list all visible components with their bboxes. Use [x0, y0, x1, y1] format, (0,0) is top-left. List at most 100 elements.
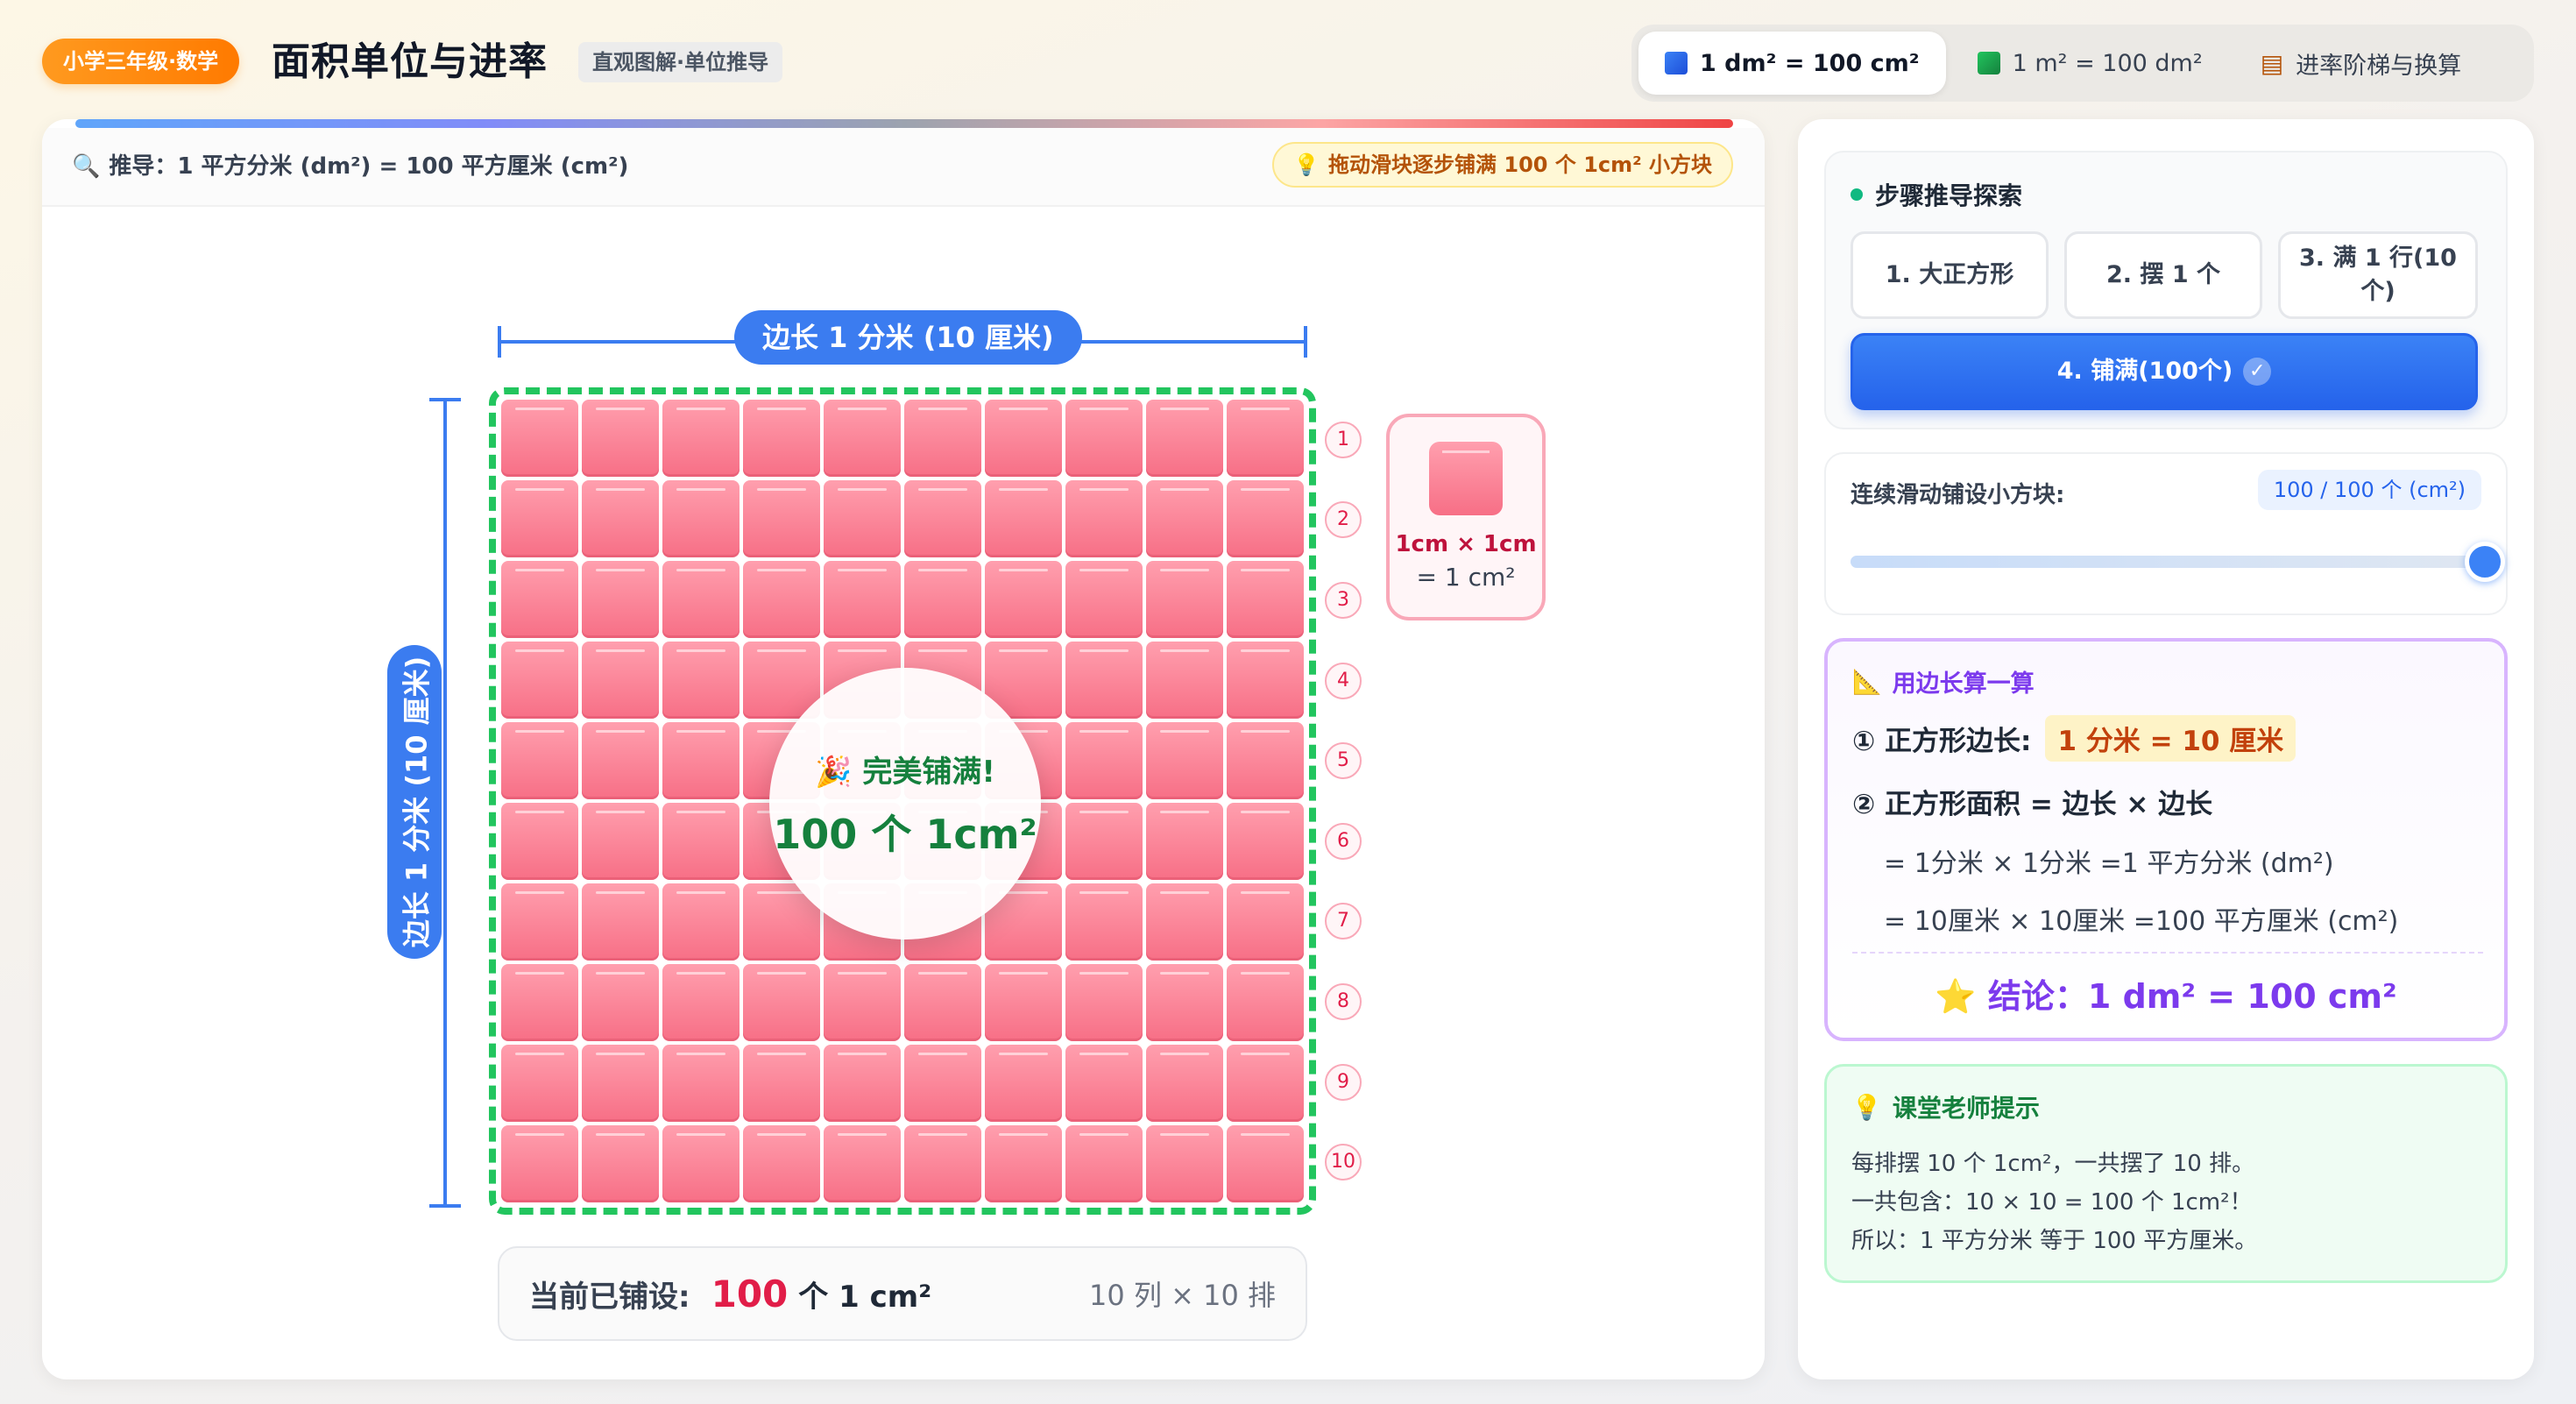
unit-tile-square [662, 1045, 740, 1122]
unit-tile-square [1065, 642, 1143, 719]
page-title: 面积单位与进率 [272, 39, 548, 84]
unit-tile-square [1227, 883, 1304, 961]
tab-m2-dm2[interactable]: 1 m² = 100 dm² [1951, 32, 2229, 95]
unit-tile-square [1065, 1045, 1143, 1122]
star-icon: ⭐ [1935, 977, 1977, 1016]
row-number-badge: 6 [1325, 822, 1362, 860]
unit-tile-square [1146, 400, 1223, 477]
unit-tile-square [582, 883, 659, 961]
unit-tile-square [1146, 803, 1223, 880]
unit-tile-square [501, 400, 578, 477]
steps-title-text: 步骤推导探索 [1875, 181, 2023, 210]
unit-tile-square [1227, 1125, 1304, 1202]
unit-tile-square [904, 964, 981, 1041]
unit-tile-square [501, 883, 578, 961]
unit-tile-square [582, 722, 659, 799]
hint-pill: 💡 拖动滑块逐步铺满 100 个 1cm² 小方块 [1272, 142, 1733, 188]
unit-tile-square [985, 561, 1062, 638]
calc-divider [1852, 952, 2483, 954]
unit-tile-square [582, 1045, 659, 1122]
row-number-badge: 3 [1325, 582, 1362, 619]
unit-tile-square [1065, 480, 1143, 557]
tips-title-text: 课堂老师提示 [1892, 1094, 2040, 1123]
app-header: 小学三年级·数学 面积单位与进率 直观图解·单位推导 1 dm² = 100 c… [0, 0, 2576, 123]
step-2-button[interactable]: 2. 摆 1 个 [2064, 231, 2262, 319]
calc-sub-2: = 10厘米 × 10厘米 =100 平方厘米 (cm²) [1884, 906, 2399, 937]
tab-dm2-cm2[interactable]: 1 dm² = 100 cm² [1638, 32, 1946, 95]
tab-label: 1 dm² = 100 cm² [1700, 49, 1920, 77]
unit-tile-square [824, 400, 901, 477]
success-title-text: 完美铺满! [862, 754, 995, 790]
magnifier-icon: 🔍 [72, 153, 101, 180]
unit-tile-square [1227, 1045, 1304, 1122]
unit-tile-square [904, 400, 981, 477]
unit-tile-square [662, 642, 740, 719]
unit-tile-square [1065, 964, 1143, 1041]
unit-tile-square [824, 480, 901, 557]
unit-tile-square [743, 1045, 820, 1122]
tab-label: 进率阶梯与换算 [2296, 52, 2462, 80]
unit-tile-square [1065, 400, 1143, 477]
unit-tile-square [1065, 1125, 1143, 1202]
success-count: 100 个 1cm² [773, 810, 1037, 858]
unit-tile-square [1065, 561, 1143, 638]
unit-tile-square [743, 1125, 820, 1202]
unit-area: = 1 cm² [1416, 563, 1516, 592]
unit-tile-square [743, 480, 820, 557]
tips-line-2: 一共包含：10 × 10 = 100 个 1cm²！ [1851, 1189, 2253, 1216]
step-3-button[interactable]: 3. 满 1 行(10个) [2278, 231, 2478, 319]
step-1-button[interactable]: 1. 大正方形 [1851, 231, 2049, 319]
slider-thumb[interactable] [2465, 542, 2505, 582]
unit-tile-square [985, 480, 1062, 557]
steps-title: 步骤推导探索 [1851, 177, 2022, 212]
unit-tile-square [1146, 883, 1223, 961]
left-dimension-text: 边长 1 分米 (10 厘米) [400, 656, 433, 948]
slider-track[interactable] [1851, 556, 2485, 568]
slider-label: 连续滑动铺设小方块: [1851, 482, 2065, 508]
status-label: 当前已铺设: [529, 1279, 690, 1315]
unit-tile-square [1065, 722, 1143, 799]
unit-tile-square [1146, 1125, 1223, 1202]
unit-tile-square [743, 964, 820, 1041]
unit-tile-square [501, 642, 578, 719]
unit-tile-square [662, 883, 740, 961]
tips-line-3: 所以：1 平方分米 等于 100 平方厘米。 [1851, 1228, 2258, 1254]
unit-tile-square [824, 561, 901, 638]
unit-tile-square [582, 400, 659, 477]
teacher-tips-section: 💡 课堂老师提示 每排摆 10 个 1cm²，一共摆了 10 排。 一共包含：1… [1824, 1064, 2508, 1283]
unit-tile-square [662, 561, 740, 638]
unit-tile-square [743, 561, 820, 638]
calc-line-2: ② 正方形面积 = 边长 × 边长 [1852, 789, 2213, 820]
unit-tile-square [501, 803, 578, 880]
bulb-icon: 💡 [1851, 1092, 1882, 1122]
green-square-icon [1977, 52, 2000, 74]
success-overlay: 🎉 完美铺满! 100 个 1cm² [769, 668, 1041, 940]
unit-tile-square [824, 1045, 901, 1122]
tab-bar: 1 dm² = 100 cm² 1 m² = 100 dm² ▤ 进率阶梯与换算 [1631, 25, 2534, 102]
side-panel: 步骤推导探索 1. 大正方形 2. 摆 1 个 3. 满 1 行(10个) 4.… [1798, 119, 2534, 1379]
unit-tile-square [1146, 642, 1223, 719]
unit-tile-square [904, 1045, 981, 1122]
calc-line-1: ① 正方形边长: 1 分米 = 10 厘米 [1852, 715, 2296, 762]
unit-tile-square [904, 561, 981, 638]
step-4-button[interactable]: 4. 铺满(100个) ✓ [1851, 333, 2478, 410]
unit-tile-square [1227, 480, 1304, 557]
slider-value: 100 / 100 个 (cm²) [2257, 470, 2481, 510]
derive-text: 推导：1 平方分米 (dm²) = 100 平方厘米 (cm²) [109, 153, 629, 180]
unit-tile-square [662, 803, 740, 880]
unit-tile-square [1065, 883, 1143, 961]
unit-tile-square [662, 722, 740, 799]
unit-tile-square [1146, 480, 1223, 557]
row-number-badge: 7 [1325, 903, 1362, 940]
subtitle-tag: 直观图解·单位推导 [578, 42, 783, 82]
calc-line-1-value: 1 分米 = 10 厘米 [2045, 715, 2296, 762]
unit-tile-square [1227, 561, 1304, 638]
status-bar: 当前已铺设: 100 个 1 cm² 10 列 × 10 排 [498, 1246, 1307, 1341]
conclusion: ⭐ 结论：1 dm² = 100 cm² [1828, 969, 2504, 1018]
tab-ladder[interactable]: ▤ 进率阶梯与换算 [2234, 32, 2488, 95]
unit-tile-square [1146, 964, 1223, 1041]
party-icon: 🎉 [815, 754, 853, 790]
triangle-ruler-icon: 📐 [1852, 668, 1882, 696]
row-number-badge: 1 [1325, 421, 1362, 458]
unit-tile-square [1227, 964, 1304, 1041]
